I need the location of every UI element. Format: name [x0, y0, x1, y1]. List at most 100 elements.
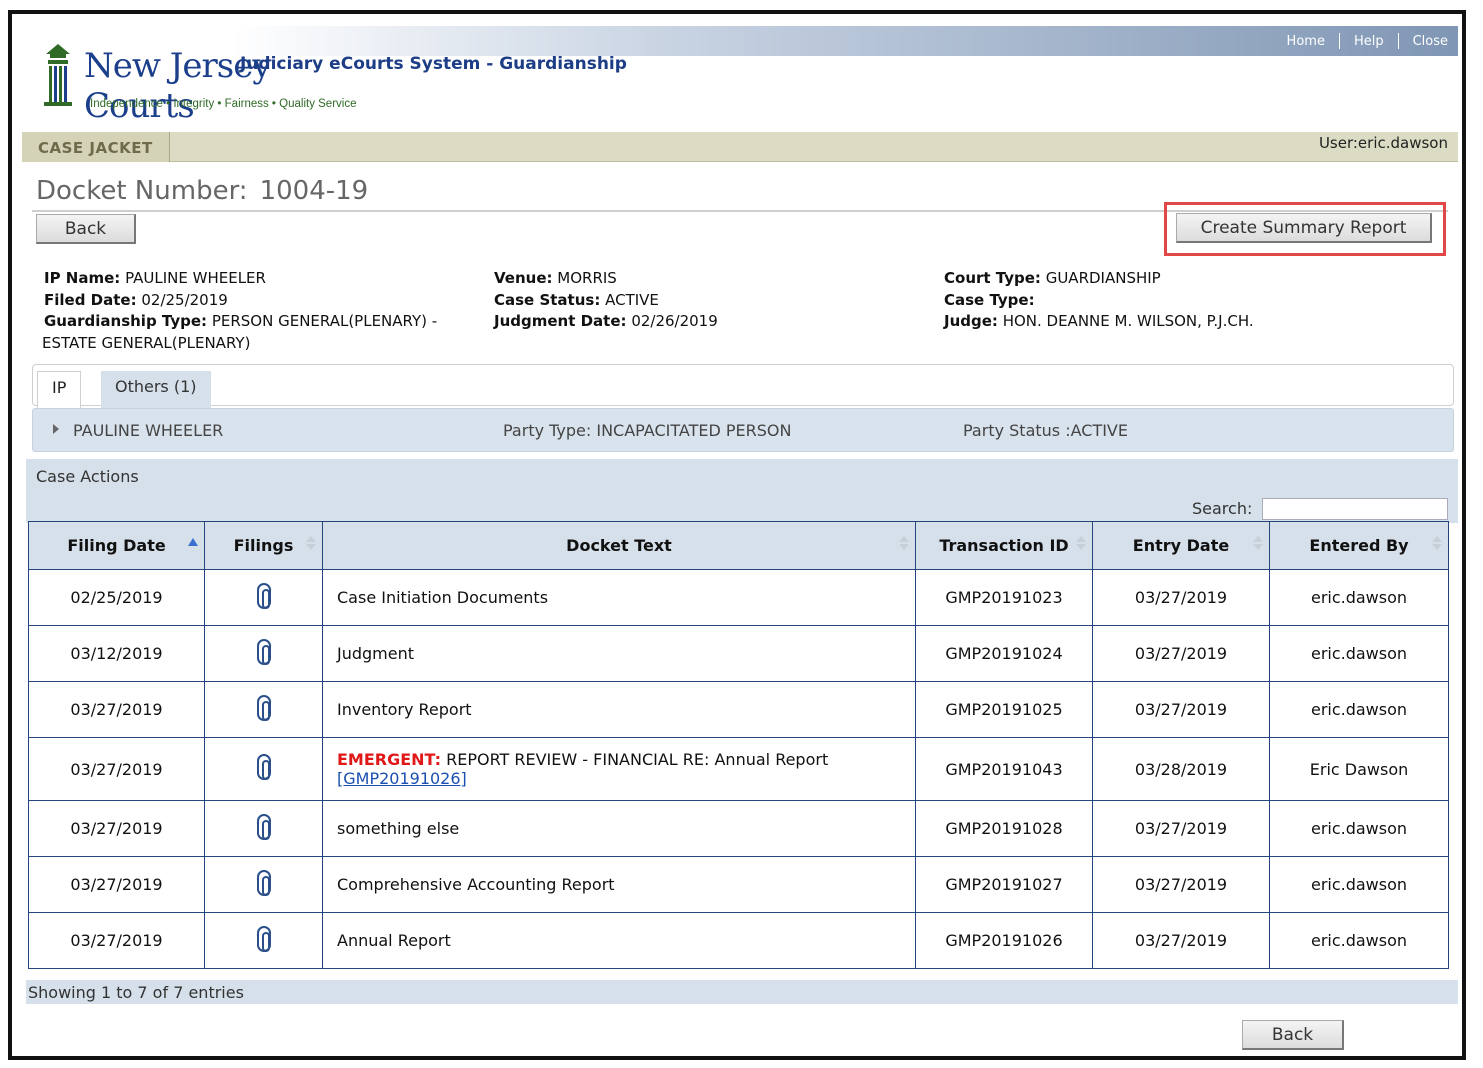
col-transaction-id[interactable]: Transaction ID: [915, 521, 1093, 570]
filing-date: 03/27/2019: [28, 912, 205, 969]
docket-text: Judgment: [322, 625, 916, 682]
top-nav: Home Help Close: [1287, 26, 1448, 56]
nav-close-link[interactable]: Close: [1413, 34, 1448, 49]
search-label: Search:: [1192, 499, 1253, 518]
back-button[interactable]: Back: [36, 214, 136, 244]
paperclip-icon[interactable]: [256, 925, 271, 952]
party-status: Party Status :ACTIVE: [963, 421, 1128, 440]
judgment-date: 02/26/2019: [631, 312, 718, 330]
table-row: 03/27/2019 something else GMP20191028 03…: [28, 800, 1449, 857]
ip-name: PAULINE WHEELER: [125, 269, 266, 287]
entry-date: 03/27/2019: [1092, 625, 1270, 682]
filings-cell: [204, 856, 323, 913]
case-jacket-bar: CASE JACKET User:eric.dawson: [22, 132, 1458, 162]
filing-date: 03/27/2019: [28, 681, 205, 738]
col-entry-date-label: Entry Date: [1132, 536, 1230, 555]
docket-text: Inventory Report: [322, 681, 916, 738]
filings-cell: [204, 737, 323, 801]
transaction-id: GMP20191024: [915, 625, 1093, 682]
entered-by: eric.dawson: [1269, 856, 1449, 913]
sort-ascending-icon: [188, 538, 198, 546]
col-filing-date[interactable]: Filing Date: [28, 521, 205, 570]
col-entry-date[interactable]: Entry Date: [1092, 521, 1270, 570]
filings-cell: [204, 625, 323, 682]
sort-icon: [1076, 536, 1086, 550]
nj-courts-logo[interactable]: New Jersey Courts Independence • Integri…: [40, 40, 360, 126]
col-filings[interactable]: Filings: [204, 521, 323, 570]
back-button-bottom[interactable]: Back: [1242, 1020, 1344, 1050]
expand-caret-icon[interactable]: [53, 424, 59, 434]
tab-others[interactable]: Others (1): [101, 371, 211, 409]
case-actions-header: Case Actions: [26, 459, 1458, 495]
paperclip-icon[interactable]: [256, 694, 271, 721]
docket-text: Annual Report: [322, 912, 916, 969]
filed-date-label: Filed Date:: [44, 290, 137, 309]
filing-date: 03/27/2019: [28, 800, 205, 857]
sort-icon: [1253, 536, 1263, 550]
judge-label: Judge:: [944, 312, 998, 330]
paperclip-icon[interactable]: [256, 813, 271, 840]
search-bar: Search:: [26, 495, 1458, 523]
table-row: 03/27/2019 Inventory Report GMP20191025 …: [28, 681, 1449, 738]
filings-cell: [204, 800, 323, 857]
transaction-id: GMP20191023: [915, 569, 1093, 626]
nav-home-link[interactable]: Home: [1287, 34, 1325, 49]
filing-date: 02/25/2019: [28, 569, 205, 626]
tab-ip[interactable]: IP: [37, 371, 82, 409]
col-entered-by[interactable]: Entered By: [1269, 521, 1449, 570]
entry-date: 03/28/2019: [1092, 737, 1270, 801]
filing-date: 03/12/2019: [28, 625, 205, 682]
header: Home Help Close New Jersey Courts Indepe…: [22, 14, 1458, 134]
entered-by: eric.dawson: [1269, 800, 1449, 857]
filings-cell: [204, 912, 323, 969]
court-type: GUARDIANSHIP: [1045, 269, 1161, 287]
transaction-id: GMP20191028: [915, 800, 1093, 857]
courthouse-dome-icon: [44, 44, 72, 106]
current-user: User:eric.dawson: [1318, 134, 1448, 152]
col-transaction-id-label: Transaction ID: [939, 536, 1069, 555]
table-row: 03/27/2019 EMERGENT: REPORT REVIEW - FIN…: [28, 737, 1449, 801]
paperclip-icon[interactable]: [256, 869, 271, 896]
case-info-left: IP Name: PAULINE WHEELER Filed Date: 02/…: [42, 268, 484, 354]
nav-help-link[interactable]: Help: [1354, 34, 1384, 49]
case-type-label: Case Type:: [944, 290, 1035, 309]
guardianship-type-cont: ESTATE GENERAL(PLENARY): [42, 333, 251, 352]
judge: HON. DEANNE M. WILSON, P.J.CH.: [1002, 312, 1254, 330]
filings-cell: [204, 569, 323, 626]
nav-strip: [232, 26, 1458, 56]
guardianship-type: PERSON GENERAL(PLENARY) -: [211, 312, 438, 330]
page-title: Docket Number: 1004-19: [36, 176, 368, 206]
transaction-id: GMP20191026: [915, 912, 1093, 969]
entered-by: eric.dawson: [1269, 625, 1449, 682]
paperclip-icon[interactable]: [256, 754, 271, 780]
entered-by: eric.dawson: [1269, 569, 1449, 626]
search-input[interactable]: [1262, 498, 1448, 520]
party-tabs: IP Others (1): [32, 364, 1454, 409]
app-window: Home Help Close New Jersey Courts Indepe…: [8, 10, 1466, 1060]
col-docket-text[interactable]: Docket Text: [322, 521, 916, 570]
col-filings-label: Filings: [233, 536, 294, 555]
case-info-middle: Venue: MORRIS Case Status: ACTIVE Judgme…: [494, 268, 914, 333]
case-status: ACTIVE: [605, 290, 659, 309]
party-row[interactable]: PAULINE WHEELER Party Type: INCAPACITATE…: [32, 408, 1454, 452]
docket-reference-link[interactable]: [GMP20191026]: [337, 769, 467, 788]
party-name: PAULINE WHEELER: [73, 421, 224, 440]
paperclip-icon[interactable]: [256, 638, 271, 665]
filings-cell: [204, 681, 323, 738]
create-summary-report-button[interactable]: Create Summary Report: [1176, 213, 1432, 243]
table-header-row: Filing Date Filings Docket Text Transact…: [28, 521, 1449, 570]
paperclip-icon[interactable]: [256, 582, 271, 609]
entry-date: 03/27/2019: [1092, 800, 1270, 857]
entry-date: 03/27/2019: [1092, 681, 1270, 738]
docket-text: Case Initiation Documents: [322, 569, 916, 626]
tab-case-jacket[interactable]: CASE JACKET: [22, 132, 170, 162]
case-status-label: Case Status:: [494, 290, 601, 309]
table-row: 02/25/2019 Case Initiation Documents GMP…: [28, 569, 1449, 626]
judgment-date-label: Judgment Date:: [494, 312, 627, 330]
entry-date: 03/27/2019: [1092, 569, 1270, 626]
entered-by: Eric Dawson: [1269, 737, 1449, 801]
brand-tagline: Independence • Integrity • Fairness • Qu…: [90, 98, 357, 110]
docket-text-cell: EMERGENT: REPORT REVIEW - FINANCIAL RE: …: [322, 737, 916, 801]
transaction-id: GMP20191025: [915, 681, 1093, 738]
entered-by: eric.dawson: [1269, 681, 1449, 738]
